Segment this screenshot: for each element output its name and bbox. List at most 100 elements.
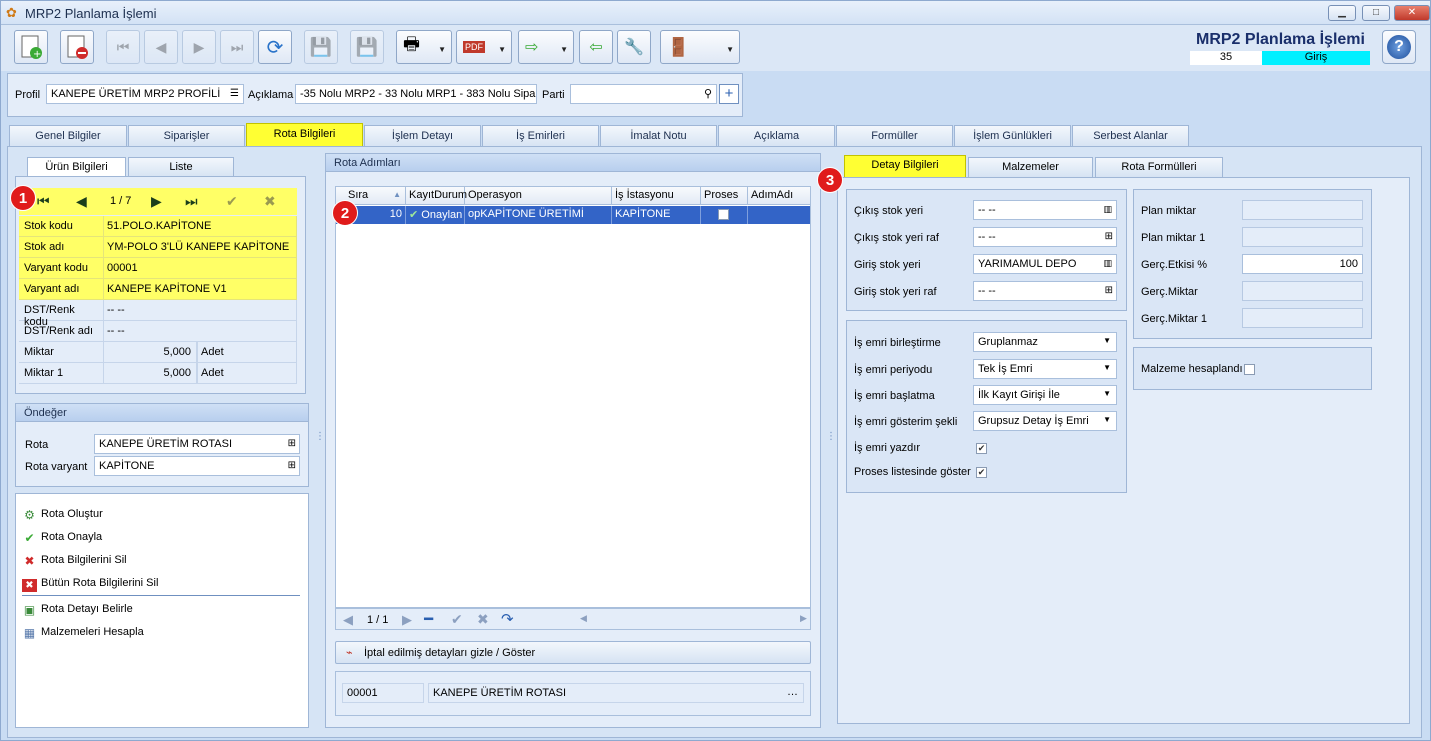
next-record-button[interactable]: ▶ (182, 30, 216, 64)
last-record-button[interactable]: ⏭ (220, 30, 254, 64)
is-emri-birlestirme-select[interactable]: Gruplanmaz ▼ (973, 332, 1117, 352)
tab-islem-detayi[interactable]: İşlem Detayı (364, 125, 481, 147)
profil-field[interactable]: KANEPE ÜRETİM MRP2 PROFİLİ ☰ (46, 84, 244, 104)
giris-stok-yeri-raf-label: Giriş stok yeri raf (854, 286, 937, 298)
remove-icon[interactable]: ━ (424, 610, 433, 628)
proses-listesi-label: Proses listesinde göster (854, 466, 971, 478)
rota-olustur-action[interactable]: ⚙ Rota Oluştur (22, 508, 103, 522)
proses-listesi-checkbox[interactable]: ✔ (976, 467, 987, 478)
previous-icon[interactable]: ◀ (343, 612, 353, 628)
proses-checkbox[interactable] (718, 209, 729, 220)
malzeme-hesaplandi-checkbox[interactable] (1244, 364, 1255, 375)
col-adim-adi[interactable]: AdımAdı (748, 187, 810, 205)
save-button[interactable]: 💾 (304, 30, 338, 64)
table-row[interactable]: 10 ✔ Onaylan opKAPİTONE ÜRETİMİ KAPİTONE (336, 206, 810, 224)
gerc-etkisi-field[interactable]: 100 (1242, 254, 1363, 274)
col-proses[interactable]: Proses (701, 187, 748, 205)
is-emri-gosterim-select[interactable]: Grupsuz Detay İş Emri ▼ (973, 411, 1117, 431)
tree-select-icon: ⊞ (1104, 285, 1113, 296)
maximize-button[interactable]: □ (1362, 5, 1390, 21)
tree-select-icon: ⊞ (1104, 231, 1113, 242)
tab-formuller[interactable]: Formüller (836, 125, 953, 147)
add-parti-button[interactable]: + (719, 84, 739, 104)
first-record-button[interactable]: ⏮ (106, 30, 140, 64)
save-close-button[interactable]: 💾 (350, 30, 384, 64)
tab-liste[interactable]: Liste (128, 157, 234, 177)
giris-stok-yeri-raf-field[interactable]: -- -- ⊞ (973, 281, 1117, 301)
minimize-button[interactable]: ▁ (1328, 5, 1356, 21)
col-is-istasyonu[interactable]: İş İstasyonu (612, 187, 701, 205)
export-button[interactable]: ⇨ ▼ (518, 30, 574, 64)
cancel-details-toggle[interactable]: ⌁ İptal edilmiş detayları gizle / Göster (335, 641, 811, 664)
is-emri-periyodu-select[interactable]: Tek İş Emri ▼ (973, 359, 1117, 379)
scroll-left-icon[interactable]: ◀ (580, 613, 587, 624)
tab-siparisler[interactable]: Siparişler (128, 125, 245, 147)
plan-miktar-field (1242, 200, 1363, 220)
new-record-button[interactable]: + (14, 30, 48, 64)
giris-stok-yeri-field[interactable]: YARIMAMUL DEPO ▥ (973, 254, 1117, 274)
lookup-icon: ▥ (1103, 258, 1112, 268)
check-icon[interactable]: ✔ (226, 193, 238, 210)
col-operasyon[interactable]: Operasyon (465, 187, 612, 205)
aciklama-field[interactable]: -35 Nolu MRP2 - 33 Nolu MRP1 - 383 Nolu … (295, 84, 537, 104)
horizontal-scrollbar[interactable] (592, 616, 798, 622)
title-bar: ✿ MRP2 Planlama İşlemi ▁ □ ✕ (1, 1, 1430, 25)
cikis-stok-yeri-field[interactable]: -- -- ▥ (973, 200, 1117, 220)
previous-record-button[interactable]: ◀ (144, 30, 178, 64)
cikis-stok-yeri-raf-field[interactable]: -- -- ⊞ (973, 227, 1117, 247)
tab-serbest-alanlar[interactable]: Serbest Alanlar (1072, 125, 1189, 147)
rota-adimlari-grid (335, 186, 811, 608)
import-icon: ⇦ (589, 39, 603, 56)
is-emri-baslatma-select[interactable]: İlk Kayıt Girişi İle ▼ (973, 385, 1117, 405)
pdf-export-button[interactable]: PDF ▼ (456, 30, 512, 64)
next-icon[interactable]: ▶ (402, 612, 412, 628)
rota-detayi-belirle-action[interactable]: ▣ Rota Detayı Belirle (22, 603, 133, 617)
tab-detay-bilgileri[interactable]: Detay Bilgileri (844, 155, 966, 177)
giris-stok-yeri-label: Giriş stok yeri (854, 259, 921, 271)
delete-record-button[interactable] (60, 30, 94, 64)
tab-islem-gunlukleri[interactable]: İşlem Günlükleri (954, 125, 1071, 147)
tab-is-emirleri[interactable]: İş Emirleri (482, 125, 599, 147)
grid-header: Sıra ▲ KayıtDurum Operasyon İş İstasyonu … (336, 187, 810, 205)
tab-rota-bilgileri[interactable]: Rota Bilgileri (246, 123, 363, 147)
tab-urun-bilgileri[interactable]: Ürün Bilgileri (27, 157, 126, 177)
rota-field[interactable]: KANEPE ÜRETİM ROTASI ⊞ (94, 434, 300, 454)
tab-rota-formulleri[interactable]: Rota Formülleri (1095, 157, 1223, 177)
exit-button[interactable]: 🚪 ▼ (660, 30, 740, 64)
malzemeleri-hesapla-action[interactable]: ▦ Malzemeleri Hesapla (22, 626, 144, 640)
splitter-handle[interactable]: ⋮ (315, 431, 325, 442)
next-icon[interactable]: ▶ (151, 193, 162, 210)
print-button[interactable]: 🖶 ▼ (396, 30, 452, 64)
parti-label: Parti (542, 89, 565, 101)
refresh-button[interactable]: ⟳ (258, 30, 292, 64)
cancel-icon[interactable]: ✖ (477, 611, 489, 628)
main-window: ✿ MRP2 Planlama İşlemi ▁ □ ✕ + ⏮ ◀ ▶ ⏭ ⟳… (0, 0, 1431, 741)
redo-icon[interactable]: ↷ (501, 610, 514, 628)
splitter-handle[interactable]: ⋮ (826, 431, 836, 442)
first-icon[interactable]: ⏮ (37, 193, 50, 210)
rota-varyant-field[interactable]: KAPİTONE ⊞ (94, 456, 300, 476)
tab-genel-bilgiler[interactable]: Genel Bilgiler (9, 125, 127, 147)
route-footer: 00001 KANEPE ÜRETİM ROTASI… (335, 671, 811, 716)
help-button[interactable]: ? (1382, 30, 1416, 64)
tools-button[interactable]: 🔧 (617, 30, 651, 64)
tab-malzemeler[interactable]: Malzemeler (968, 157, 1093, 177)
cancel-icon[interactable]: ✖ (264, 193, 276, 210)
col-kayit-durum[interactable]: KayıtDurum (406, 187, 467, 205)
import-button[interactable]: ⇦ (579, 30, 613, 64)
route-name[interactable]: KANEPE ÜRETİM ROTASI… (428, 683, 804, 703)
tab-aciklama[interactable]: Açıklama (718, 125, 835, 147)
parti-field[interactable]: ⚲ (570, 84, 717, 104)
scroll-right-icon[interactable]: ▶ (800, 613, 807, 624)
is-emri-yazdir-checkbox[interactable]: ✔ (976, 443, 987, 454)
butun-rota-bilgilerini-sil-action[interactable]: ✖ Bütün Rota Bilgilerini Sil (22, 577, 158, 592)
rota-onayla-action[interactable]: ✔ Rota Onayla (22, 531, 102, 545)
tab-imalat-notu[interactable]: İmalat Notu (600, 125, 717, 147)
previous-icon[interactable]: ◀ (76, 193, 87, 210)
chevron-down-icon: ▼ (726, 45, 734, 54)
last-icon[interactable]: ⏭ (185, 193, 198, 210)
check-icon[interactable]: ✔ (451, 611, 463, 628)
plan-miktar-1-field (1242, 227, 1363, 247)
close-button[interactable]: ✕ (1394, 5, 1430, 21)
rota-bilgilerini-sil-action[interactable]: ✖ Rota Bilgilerini Sil (22, 554, 126, 568)
